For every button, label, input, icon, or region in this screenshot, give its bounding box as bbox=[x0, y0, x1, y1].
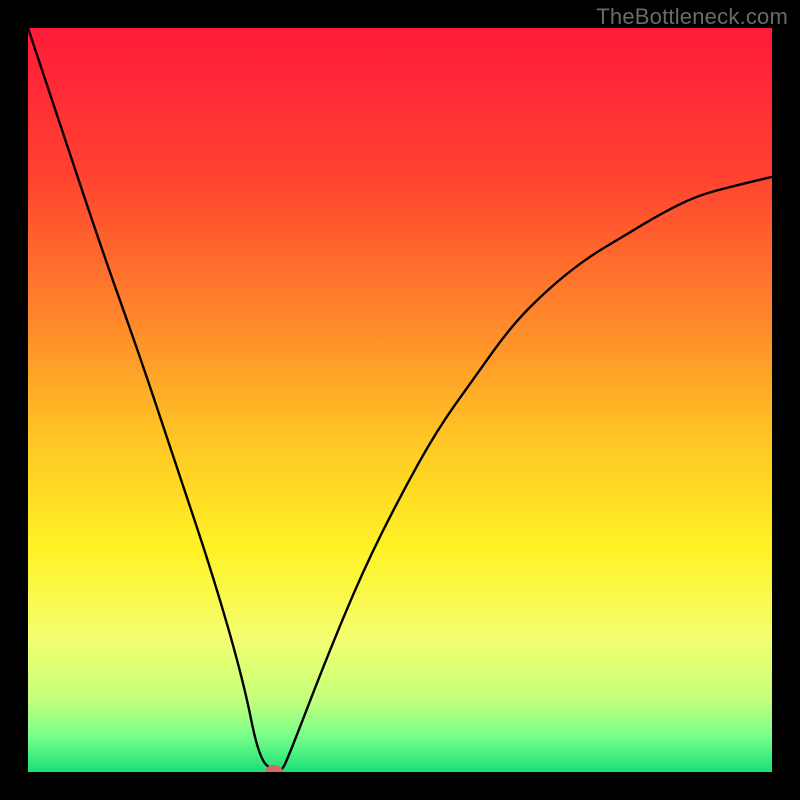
plot-area bbox=[28, 28, 772, 772]
watermark-text: TheBottleneck.com bbox=[596, 4, 788, 30]
chart-frame: TheBottleneck.com bbox=[0, 0, 800, 800]
bottleneck-curve bbox=[28, 28, 772, 772]
min-marker bbox=[265, 765, 283, 772]
